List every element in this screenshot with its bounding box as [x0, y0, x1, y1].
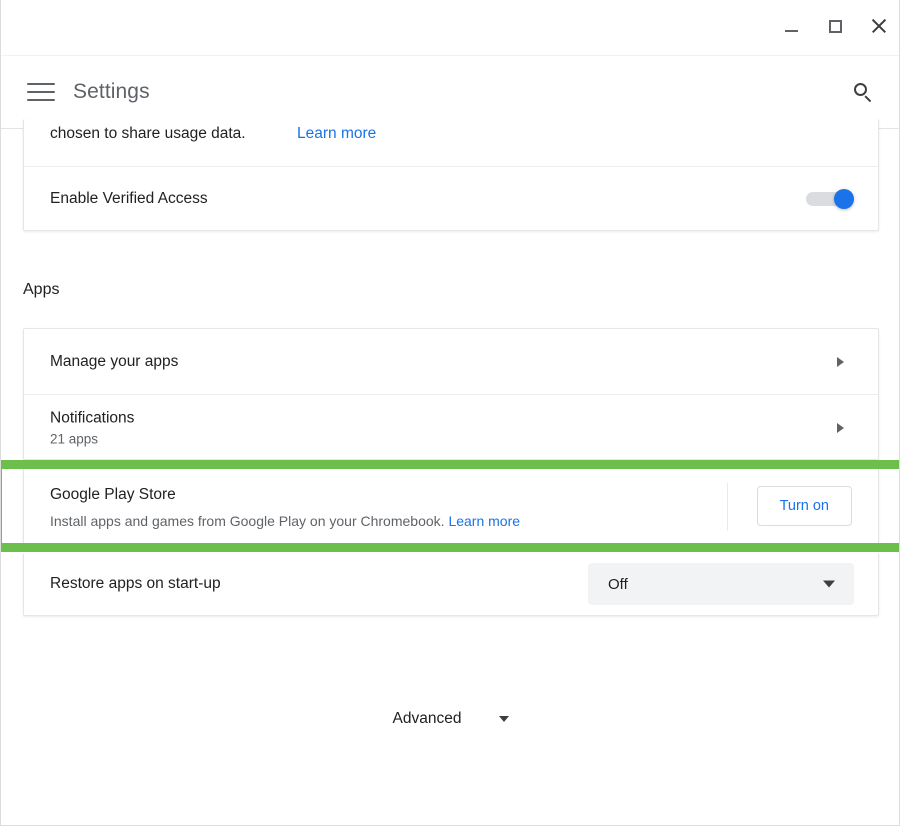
- play-store-subtitle-text: Install apps and games from Google Play …: [50, 513, 445, 529]
- apps-section-heading: Apps: [23, 281, 60, 298]
- restore-apps-value: Off: [608, 575, 628, 593]
- chevron-right-icon[interactable]: [837, 356, 844, 367]
- restore-apps-card: Restore apps on start-up Off: [23, 553, 879, 616]
- minimize-icon: [784, 29, 798, 32]
- advanced-toggle[interactable]: Advanced: [1, 699, 899, 739]
- close-icon: [871, 18, 887, 34]
- notifications-row[interactable]: Notifications 21 apps: [24, 394, 878, 461]
- chevron-down-icon: [499, 716, 510, 722]
- turn-on-button[interactable]: Turn on: [756, 486, 852, 526]
- window-titlebar: [1, 0, 899, 56]
- search-button[interactable]: [841, 70, 885, 114]
- privacy-card: chosen to share usage data. Learn more E…: [23, 119, 879, 231]
- toggle-knob: [834, 189, 854, 209]
- maximize-button[interactable]: [813, 6, 857, 46]
- settings-toolbar: Settings: [1, 56, 899, 128]
- usage-learn-more-link[interactable]: Learn more: [297, 125, 376, 143]
- verified-access-toggle[interactable]: [806, 189, 854, 209]
- close-button[interactable]: [857, 6, 899, 46]
- vertical-divider: [727, 483, 728, 531]
- search-icon: [854, 83, 872, 103]
- hamburger-line: [27, 98, 55, 101]
- google-play-store-row: Google Play Store Install apps and games…: [23, 468, 879, 544]
- advanced-label: Advanced: [392, 710, 462, 727]
- play-store-title: Google Play Store: [50, 486, 176, 503]
- play-store-learn-more-link[interactable]: Learn more: [448, 513, 520, 529]
- notifications-sublabel: 21 apps: [50, 431, 99, 447]
- chevron-down-icon: [823, 580, 835, 588]
- notifications-text-block: Notifications 21 apps: [50, 410, 134, 447]
- hamburger-line: [27, 83, 55, 86]
- settings-content: chosen to share usage data. Learn more E…: [1, 119, 899, 825]
- page-title: Settings: [73, 80, 150, 103]
- notifications-label: Notifications: [50, 409, 135, 427]
- restore-apps-dropdown[interactable]: Off: [588, 563, 854, 605]
- minimize-button[interactable]: [769, 6, 813, 46]
- manage-your-apps-row[interactable]: Manage your apps: [24, 329, 878, 394]
- play-store-subtitle: Install apps and games from Google Play …: [50, 513, 520, 529]
- verified-access-label: Enable Verified Access: [50, 190, 208, 207]
- usage-data-text: chosen to share usage data.: [50, 125, 246, 142]
- settings-window: Settings chosen to share usage data. Lea…: [0, 0, 900, 826]
- chevron-right-icon[interactable]: [837, 423, 844, 433]
- maximize-icon: [828, 19, 842, 33]
- manage-your-apps-label: Manage your apps: [50, 352, 179, 370]
- verified-access-row[interactable]: Enable Verified Access: [24, 166, 878, 231]
- apps-card: Manage your apps Notifications 21 apps: [23, 328, 879, 460]
- restore-apps-label: Restore apps on start-up: [50, 575, 221, 592]
- hamburger-menu-icon[interactable]: [27, 81, 55, 103]
- hamburger-line: [27, 90, 55, 94]
